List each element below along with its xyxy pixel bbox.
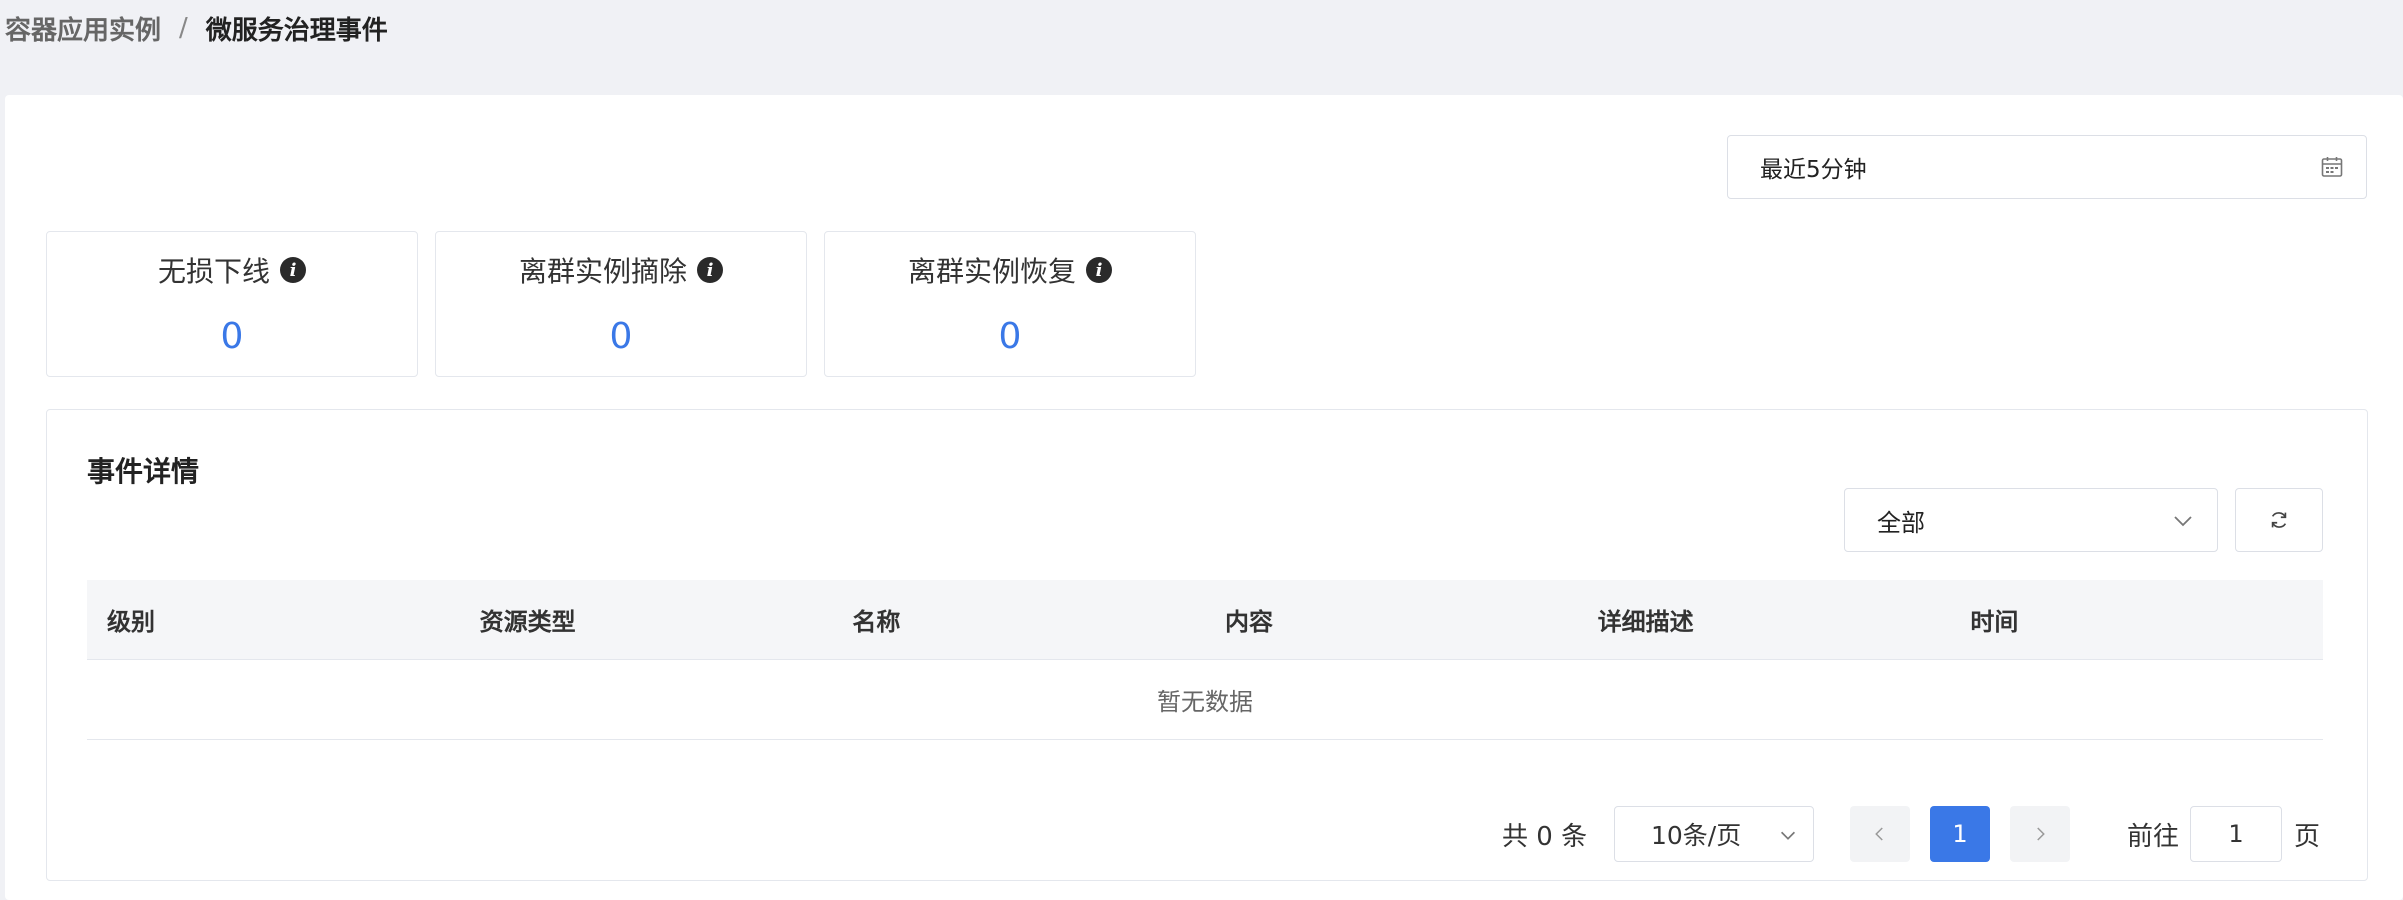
- chevron-down-icon: [1780, 831, 1796, 840]
- events-table: 级别 资源类型 名称 内容 详细描述 时间 暂无数据: [87, 580, 2323, 740]
- column-header-time[interactable]: 时间: [1950, 602, 2323, 637]
- goto-page-input[interactable]: [2190, 806, 2282, 862]
- event-filter-select[interactable]: 全部: [1844, 488, 2218, 552]
- refresh-icon: [2271, 512, 2287, 528]
- stat-label: 无损下线: [157, 255, 270, 288]
- goto-label: 前往: [2127, 821, 2180, 852]
- column-header-description[interactable]: 详细描述: [1578, 602, 1951, 637]
- page-title: 微服务治理事件: [205, 15, 388, 46]
- main-card: 最近5分钟 无损下线 i 0 离群实例摘除 i 0 离群实例恢复 i 0 事件详…: [5, 95, 2403, 900]
- page-size-select[interactable]: 10条/页: [1614, 806, 1814, 862]
- next-page-button[interactable]: [2010, 806, 2070, 862]
- time-range-picker[interactable]: 最近5分钟: [1727, 135, 2367, 199]
- stat-value: 0: [998, 316, 1022, 357]
- refresh-button[interactable]: [2235, 488, 2323, 552]
- breadcrumb: 容器应用实例 / 微服务治理事件: [5, 8, 388, 48]
- time-range-value: 最近5分钟: [1760, 157, 1867, 183]
- stat-value: 0: [220, 316, 244, 357]
- column-header-level[interactable]: 级别: [87, 602, 460, 637]
- calendar-icon: [2321, 157, 2343, 177]
- empty-state: 暂无数据: [87, 660, 2323, 740]
- stat-card-outlier-recovery: 离群实例恢复 i 0: [824, 231, 1196, 377]
- stat-card-outlier-removal: 离群实例摘除 i 0: [435, 231, 807, 377]
- chevron-right-icon: [2037, 827, 2045, 841]
- breadcrumb-separator: /: [179, 13, 188, 43]
- pagination: 共 0 条 10条/页 1 前往 页: [47, 806, 2367, 862]
- stat-value: 0: [609, 316, 633, 357]
- prev-page-button[interactable]: [1850, 806, 1910, 862]
- info-icon[interactable]: i: [280, 257, 306, 283]
- info-icon[interactable]: i: [697, 257, 723, 283]
- info-icon[interactable]: i: [1086, 257, 1112, 283]
- event-details-panel: 事件详情 全部 级别 资源类型 名称 内容 详细描述 时间 暂无数据 共 0 条…: [46, 409, 2368, 881]
- column-header-content[interactable]: 内容: [1205, 602, 1578, 637]
- column-header-resource-type[interactable]: 资源类型: [460, 602, 833, 637]
- breadcrumb-parent-link[interactable]: 容器应用实例: [5, 10, 161, 47]
- chevron-left-icon: [1875, 827, 1883, 841]
- column-header-name[interactable]: 名称: [832, 602, 1205, 637]
- filter-value: 全部: [1877, 508, 1925, 537]
- total-count: 共 0 条: [1502, 821, 1588, 852]
- stat-label: 离群实例恢复: [907, 255, 1076, 288]
- page-size-value: 10条/页: [1651, 821, 1742, 850]
- stat-card-lossless-offline: 无损下线 i 0: [46, 231, 418, 377]
- page-number-button[interactable]: 1: [1930, 806, 1990, 862]
- stat-label: 离群实例摘除: [518, 255, 687, 288]
- chevron-down-icon: [2174, 516, 2192, 527]
- goto-suffix: 页: [2294, 821, 2321, 852]
- section-title: 事件详情: [87, 455, 200, 488]
- table-header: 级别 资源类型 名称 内容 详细描述 时间: [87, 580, 2323, 660]
